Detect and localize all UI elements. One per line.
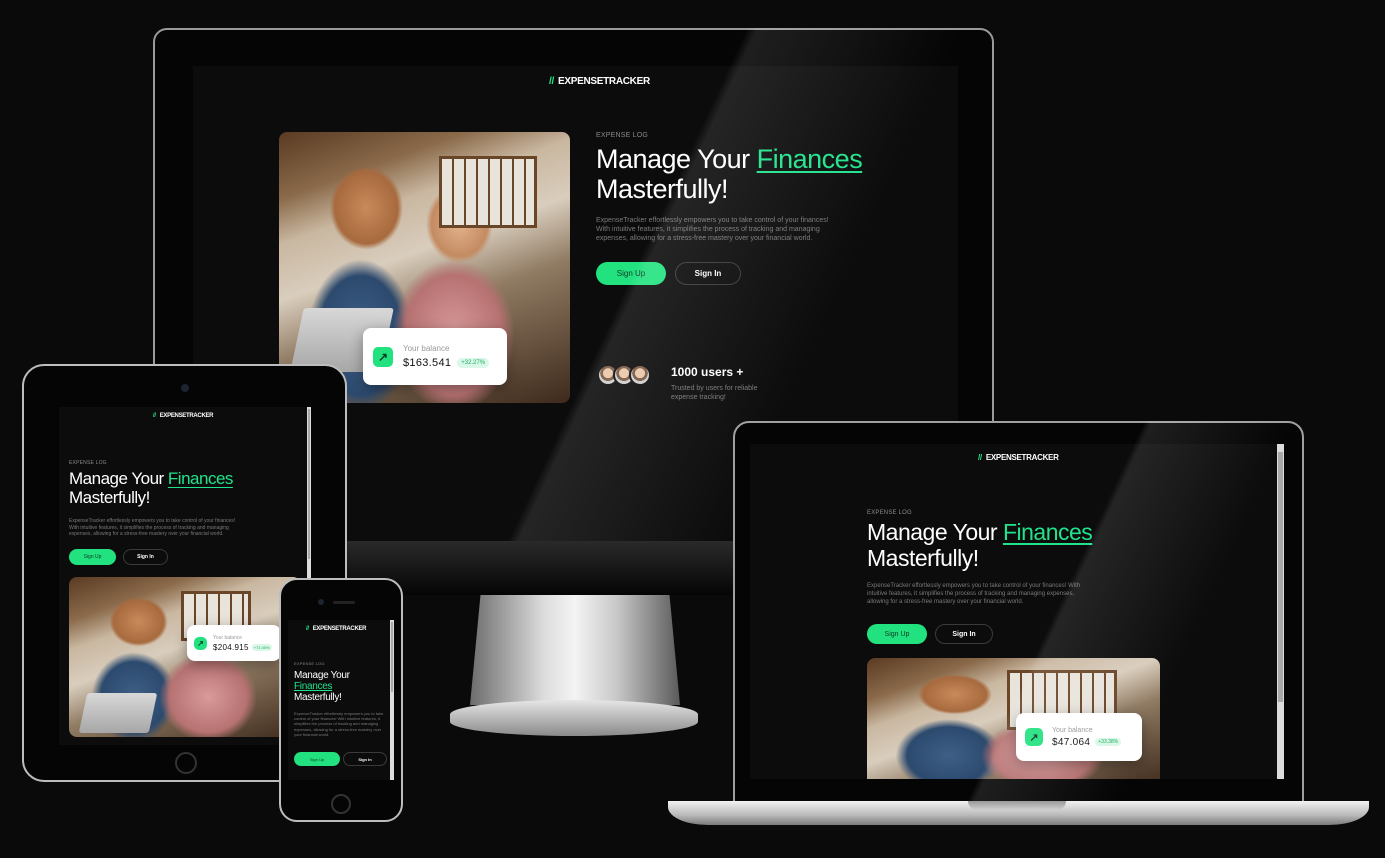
sign-up-button[interactable]: Sign Up bbox=[867, 624, 927, 644]
balance-card: ↗ Your balance $163.541 +32.27% bbox=[363, 328, 507, 385]
brand-name: EXPENSETRACKER bbox=[557, 76, 650, 87]
camera-icon bbox=[318, 599, 324, 605]
eyebrow: EXPENSE LOG bbox=[69, 460, 107, 466]
page-title: Manage Your Finances Masterfully! bbox=[69, 469, 233, 508]
brand[interactable]: // EXPENSETRACKER bbox=[153, 413, 214, 419]
hero-description: ExpenseTracker effortlessly empowers you… bbox=[294, 711, 384, 737]
scrollbar[interactable] bbox=[390, 620, 394, 780]
sign-up-button[interactable]: Sign Up bbox=[596, 262, 666, 285]
sign-in-button[interactable]: Sign In bbox=[675, 262, 741, 285]
logo-icon: // bbox=[306, 626, 309, 632]
eyebrow: EXPENSE LOG bbox=[596, 132, 648, 139]
balance-change: +33.38% bbox=[1095, 738, 1122, 746]
camera-icon bbox=[181, 384, 189, 392]
page-title: Manage Your Finances Masterfully! bbox=[867, 519, 1093, 571]
balance-change: +32.27% bbox=[457, 358, 490, 368]
sign-in-button[interactable]: Sign In bbox=[343, 752, 387, 766]
logo-icon: // bbox=[153, 413, 156, 419]
headline-accent: Finances bbox=[167, 469, 233, 488]
up-right-arrow-icon: ↗ bbox=[194, 636, 207, 650]
home-button bbox=[175, 752, 197, 774]
balance-label: Your balance bbox=[403, 344, 450, 353]
eyebrow: EXPENSE LOG bbox=[294, 661, 325, 666]
page-title: Manage Your Finances Masterfully! bbox=[596, 144, 863, 205]
balance-amount: $163.541 bbox=[403, 357, 452, 369]
user-avatars bbox=[597, 364, 651, 386]
hero-description: ExpenseTracker effortlessly empowers you… bbox=[867, 583, 1081, 605]
laptop-screen: // EXPENSETRACKER EXPENSE LOG Manage You… bbox=[750, 444, 1284, 779]
sign-up-button[interactable]: Sign Up bbox=[294, 752, 340, 766]
balance-card: ↗ Your balance $47.064 +33.38% bbox=[1016, 713, 1142, 761]
speaker bbox=[333, 601, 355, 604]
headline-accent: Finances bbox=[1002, 519, 1093, 545]
monitor-stand-base bbox=[450, 700, 698, 736]
headline-accent: Finances bbox=[756, 144, 863, 174]
tablet-screen: // EXPENSETRACKER EXPENSE LOG Manage You… bbox=[59, 407, 311, 745]
balance-amount: $204.915 bbox=[213, 642, 249, 652]
up-right-arrow-icon: ↗ bbox=[373, 346, 393, 367]
phone-screen: // EXPENSETRACKER EXPENSE LOG Manage You… bbox=[288, 620, 394, 780]
home-button bbox=[331, 794, 351, 814]
up-right-arrow-icon: ↗ bbox=[1025, 728, 1043, 746]
sign-up-button[interactable]: Sign Up bbox=[69, 549, 116, 565]
brand[interactable]: // EXPENSETRACKER bbox=[549, 76, 650, 87]
hero-description: ExpenseTracker effortlessly empowers you… bbox=[596, 217, 829, 243]
users-count: 1000 users + bbox=[671, 365, 744, 379]
laptop-notch bbox=[968, 801, 1066, 810]
balance-amount: $47.064 bbox=[1052, 736, 1091, 748]
page-title: Manage Your Finances Masterfully! bbox=[294, 670, 350, 704]
brand[interactable]: // EXPENSETRACKER bbox=[978, 453, 1059, 462]
avatar bbox=[629, 364, 651, 386]
brand[interactable]: // EXPENSETRACKER bbox=[306, 626, 367, 632]
eyebrow: EXPENSE LOG bbox=[867, 510, 912, 516]
monitor-stand bbox=[470, 595, 680, 705]
balance-card: ↗ Your balance $204.915 +71.05% bbox=[187, 625, 281, 661]
sign-in-button[interactable]: Sign In bbox=[123, 549, 168, 565]
users-caption: Trusted by users for reliable expense tr… bbox=[671, 385, 758, 402]
sign-in-button[interactable]: Sign In bbox=[935, 624, 993, 644]
scrollbar[interactable] bbox=[1277, 444, 1284, 779]
logo-icon: // bbox=[978, 453, 982, 462]
logo-icon: // bbox=[549, 76, 554, 87]
balance-change: +71.05% bbox=[251, 643, 272, 651]
headline-accent: Finances bbox=[294, 681, 333, 693]
hero-description: ExpenseTracker effortlessly empowers you… bbox=[69, 518, 236, 537]
